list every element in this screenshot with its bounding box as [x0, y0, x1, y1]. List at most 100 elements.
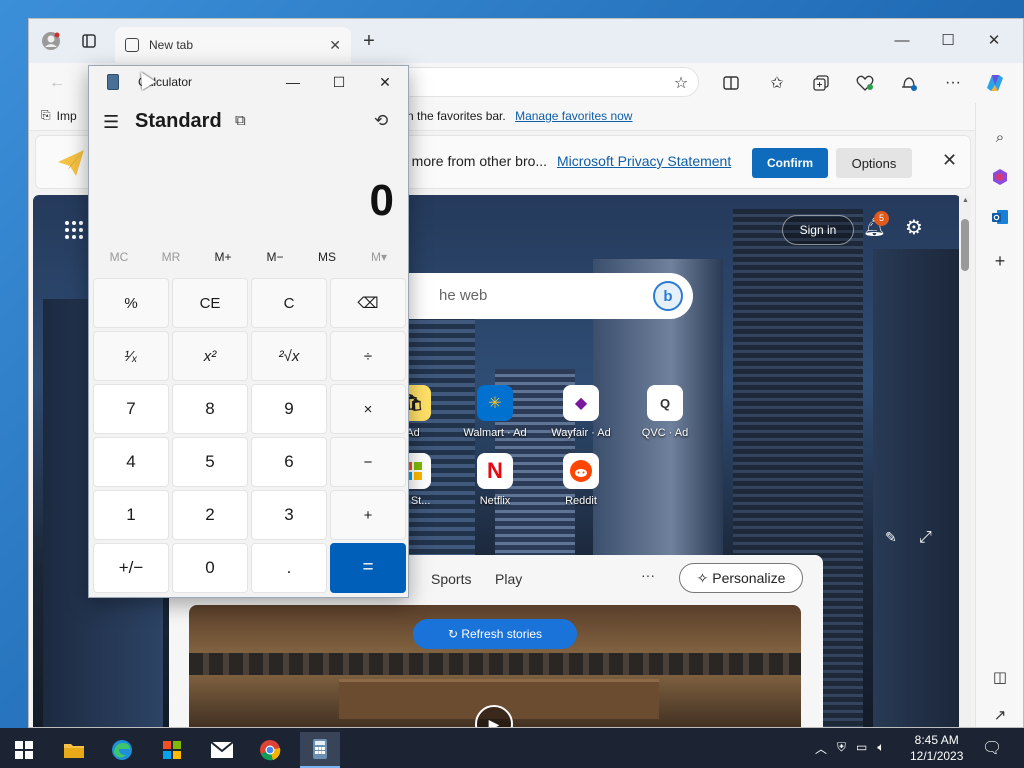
decimal-button[interactable]: . [251, 543, 327, 593]
expand-background-icon[interactable]: ⤢ [919, 529, 932, 547]
digit-8-button[interactable]: 8 [172, 384, 248, 434]
tab-close-icon[interactable]: ✕ [329, 37, 341, 54]
calculator-icon[interactable] [300, 732, 340, 768]
percent-button[interactable]: % [93, 278, 169, 328]
mail-icon[interactable] [202, 732, 242, 768]
refresh-stories-button[interactable]: ↻ Refresh stories [413, 619, 577, 649]
digit-2-button[interactable]: 2 [172, 490, 248, 540]
edit-background-icon[interactable]: ✎ [885, 529, 897, 546]
settings-more-icon[interactable]: ··· [939, 69, 967, 97]
square-button[interactable]: x² [172, 331, 248, 381]
quick-link-tile-netflix[interactable]: N Netflix [455, 453, 535, 507]
digit-0-button[interactable]: 0 [172, 543, 248, 593]
browser-essentials-icon[interactable] [851, 69, 879, 97]
sidebar-search-icon[interactable]: ⌕ [988, 125, 1012, 149]
calc-close-button[interactable]: ✕ [362, 68, 408, 96]
tray-volume-muted-icon[interactable]: 🔈︎ [877, 740, 884, 757]
reciprocal-button[interactable]: ¹⁄ₓ [93, 331, 169, 381]
favorites-icon[interactable]: ✩ [763, 69, 791, 97]
tray-chevron-icon[interactable]: ︿ [815, 740, 827, 757]
digit-9-button[interactable]: 9 [251, 384, 327, 434]
backspace-button[interactable]: ⌫ [330, 278, 406, 328]
sidebar-external-link-icon[interactable]: ↗ [988, 703, 1012, 727]
feed-more-button[interactable]: ··· [641, 567, 655, 583]
clear-entry-button[interactable]: CE [172, 278, 248, 328]
sidebar-office-icon[interactable] [988, 165, 1012, 189]
digit-3-button[interactable]: 3 [251, 490, 327, 540]
multiply-button[interactable]: × [330, 384, 406, 434]
privacy-statement-link[interactable]: Microsoft Privacy Statement [557, 153, 731, 169]
calc-minimize-button[interactable]: — [270, 68, 316, 96]
quick-link-tile-walmart[interactable]: ✳ Walmart · Ad [455, 385, 535, 439]
favorites-bar-message: n the favorites bar. Manage favorites no… [407, 109, 632, 123]
negate-button[interactable]: +/− [93, 543, 169, 593]
copilot-icon[interactable] [981, 69, 1009, 97]
calc-maximize-button[interactable]: ☐ [316, 68, 362, 96]
quick-link-tile-qvc[interactable]: Q QVC · Ad [625, 385, 705, 439]
page-settings-gear-icon[interactable]: ⚙ [905, 215, 923, 240]
tray-security-icon[interactable]: ⛨ [837, 740, 846, 757]
taskbar-clock[interactable]: 8:45 AM 12/1/2023 [910, 732, 963, 764]
import-favorites-button[interactable]: ⎘ Imp [41, 108, 77, 123]
action-center-icon[interactable]: 🗨︎ [982, 738, 1002, 758]
equals-button[interactable]: = [330, 543, 406, 593]
tab-actions-icon[interactable] [75, 27, 103, 55]
digit-6-button[interactable]: 6 [251, 437, 327, 487]
subtract-button[interactable]: − [330, 437, 406, 487]
chrome-icon[interactable] [250, 732, 290, 768]
scrollbar-thumb[interactable] [961, 219, 969, 271]
page-scrollbar[interactable]: ▲ [959, 195, 971, 727]
profile-avatar-icon[interactable] [37, 27, 65, 55]
sidebar-add-icon[interactable]: + [988, 249, 1012, 273]
banner-close-icon[interactable]: ✕ [942, 150, 957, 171]
digit-7-button[interactable]: 7 [93, 384, 169, 434]
store-icon[interactable] [152, 732, 192, 768]
memory-subtract-button[interactable]: M− [249, 250, 301, 270]
history-icon[interactable]: ⟲ [374, 111, 388, 131]
back-icon[interactable]: ← [43, 69, 71, 97]
keep-on-top-icon[interactable]: ⧉ [235, 112, 246, 129]
digit-5-button[interactable]: 5 [172, 437, 248, 487]
clear-button[interactable]: C [251, 278, 327, 328]
feed-tab-play[interactable]: Play [495, 571, 522, 587]
feed-tab-sports[interactable]: Sports [431, 571, 471, 587]
memory-list-button[interactable]: M▾ [353, 250, 405, 270]
digit-4-button[interactable]: 4 [93, 437, 169, 487]
sign-in-button[interactable]: Sign in [782, 215, 854, 245]
memory-store-button[interactable]: MS [301, 250, 353, 270]
system-tray: ︿ ⛨ ▭ 🔈︎ [815, 740, 885, 757]
memory-add-button[interactable]: M+ [197, 250, 249, 270]
memory-clear-button[interactable]: MC [93, 250, 145, 270]
notifications-icon[interactable] [895, 69, 923, 97]
memory-recall-button[interactable]: MR [145, 250, 197, 270]
sidebar-toggle-icon[interactable]: ◫ [988, 665, 1012, 689]
new-tab-button[interactable]: + [355, 27, 383, 55]
quick-link-tile-reddit[interactable]: Reddit [541, 453, 621, 507]
edge-icon[interactable] [102, 732, 142, 768]
confirm-button[interactable]: Confirm [752, 148, 828, 178]
options-button[interactable]: Options [836, 148, 912, 178]
minimize-button[interactable]: — [879, 25, 925, 55]
address-bar[interactable] [389, 67, 699, 97]
close-button[interactable]: ✕ [971, 25, 1017, 55]
favorite-star-icon[interactable]: ☆ [667, 69, 695, 97]
square-root-button[interactable]: ²√x [251, 331, 327, 381]
file-explorer-icon[interactable] [54, 732, 94, 768]
apps-launcher-icon[interactable] [65, 221, 83, 239]
split-screen-icon[interactable] [717, 69, 745, 97]
collections-icon[interactable] [807, 69, 835, 97]
tray-network-icon[interactable]: ▭ [856, 740, 867, 757]
personalize-button[interactable]: ✧ Personalize [679, 563, 803, 593]
tab-new-tab[interactable]: New tab ✕ [115, 27, 351, 63]
calc-menu-icon[interactable]: ☰ [103, 112, 119, 133]
sidebar-outlook-icon[interactable] [988, 205, 1012, 229]
scroll-up-arrow-icon[interactable]: ▲ [962, 197, 969, 204]
quick-link-tile-wayfair[interactable]: ◆ Wayfair · Ad [541, 385, 621, 439]
add-button[interactable]: + [330, 490, 406, 540]
digit-1-button[interactable]: 1 [93, 490, 169, 540]
start-button[interactable] [4, 732, 44, 768]
bing-chat-icon[interactable]: b [653, 281, 683, 311]
maximize-button[interactable]: ☐ [925, 25, 971, 55]
divide-button[interactable]: ÷ [330, 331, 406, 381]
manage-favorites-link[interactable]: Manage favorites now [515, 109, 632, 123]
